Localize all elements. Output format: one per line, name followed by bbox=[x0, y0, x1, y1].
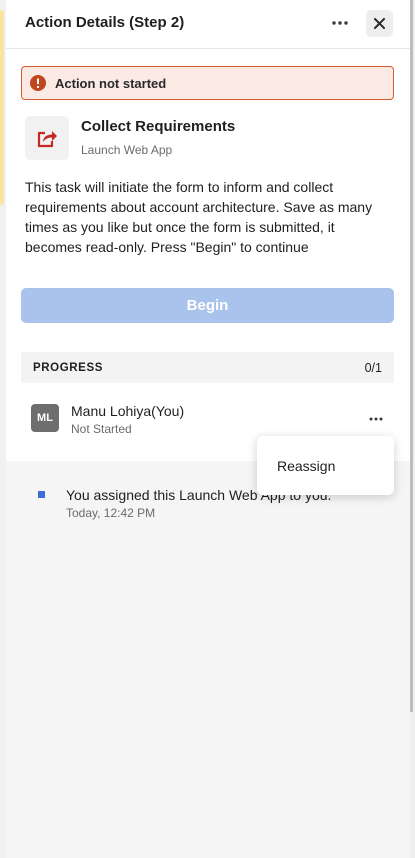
task-subtitle: Launch Web App bbox=[81, 143, 173, 157]
assignee-name: Manu Lohiya(You) bbox=[71, 403, 185, 419]
assignee-options-menu: Reassign bbox=[257, 436, 394, 495]
progress-count: 0/1 bbox=[364, 360, 382, 375]
activity-time: Today, 12:42 PM bbox=[66, 506, 156, 520]
begin-button[interactable]: Begin bbox=[21, 288, 394, 323]
status-banner: Action not started bbox=[21, 66, 394, 100]
task-description: This task will initiate the form to info… bbox=[25, 179, 373, 255]
avatar: ML bbox=[31, 404, 59, 432]
assignee-more-button[interactable] bbox=[364, 409, 388, 429]
close-icon bbox=[374, 18, 385, 29]
status-banner-text: Action not started bbox=[55, 75, 167, 91]
activity-marker bbox=[38, 491, 45, 498]
activity-feed: You assigned this Launch Web App to you.… bbox=[6, 461, 410, 858]
assignee-row: ML Manu Lohiya(You) Not Started bbox=[31, 401, 391, 437]
action-details-panel: Action Details (Step 2) Action not start… bbox=[6, 0, 410, 858]
background-accent-strip bbox=[0, 10, 4, 205]
panel-header: Action Details (Step 2) bbox=[6, 0, 410, 49]
share-icon bbox=[37, 131, 57, 148]
progress-label: PROGRESS bbox=[33, 361, 103, 374]
info-icon bbox=[30, 75, 46, 91]
assignee-status: Not Started bbox=[71, 422, 132, 436]
more-horizontal-icon bbox=[369, 417, 383, 421]
close-button[interactable] bbox=[366, 10, 393, 37]
scrollbar-track bbox=[410, 0, 413, 712]
progress-header: PROGRESS 0/1 bbox=[21, 352, 394, 383]
more-horizontal-icon bbox=[332, 21, 348, 25]
task-title: Collect Requirements bbox=[81, 118, 236, 135]
panel-title: Action Details (Step 2) bbox=[25, 14, 185, 31]
more-options-button[interactable] bbox=[328, 11, 352, 35]
task-card: Collect Requirements Launch Web App bbox=[25, 116, 395, 162]
reassign-menu-item[interactable]: Reassign bbox=[277, 458, 335, 474]
task-icon-tile bbox=[25, 116, 69, 160]
